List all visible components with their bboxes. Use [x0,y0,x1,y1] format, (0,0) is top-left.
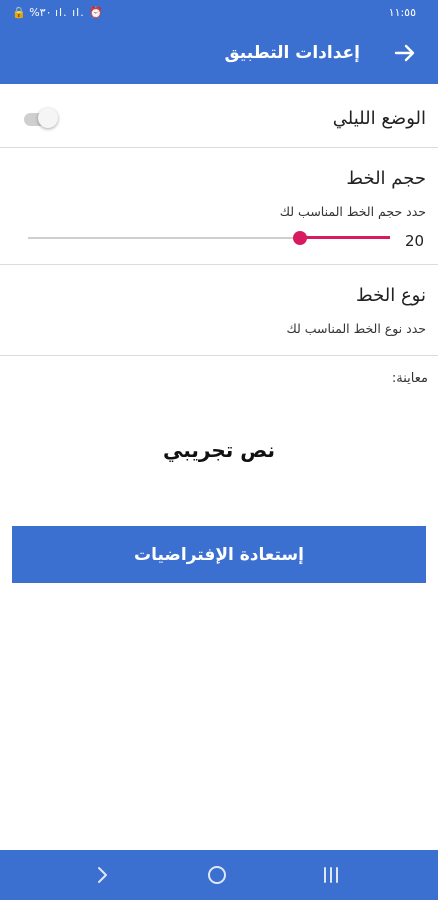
status-icons: 🔒 %٣٠ ıl. ıl. ⏰ [12,6,104,19]
arrow-right-icon [394,44,415,62]
reset-defaults-button[interactable]: إستعادة الإفتراضيات [12,526,426,583]
font-size-slider[interactable] [28,228,390,248]
page-title: إعدادات التطبيق [224,43,360,63]
font-type-title: نوع الخط [356,285,426,306]
home-circle-icon [208,866,226,884]
divider [0,355,438,356]
preview-sample-text: نص تجريبي [162,438,276,462]
recents-icon [324,867,338,883]
nav-recents-button[interactable] [316,862,346,888]
preview-label: معاينة: [391,371,428,386]
nav-home-button[interactable] [202,862,232,888]
night-mode-label: الوضع الليلي [332,108,426,129]
navigation-bar [0,850,438,900]
font-size-subtitle: حدد حجم الخط المناسب لك [279,204,426,219]
font-type-row[interactable]: نوع الخط حدد نوع الخط المناسب لك [0,265,438,355]
toggle-thumb [38,108,58,128]
night-mode-toggle[interactable] [22,107,60,129]
font-size-value: 20 [405,232,425,250]
status-bar: 🔒 %٣٠ ıl. ıl. ⏰ ١١:٥٥ [0,0,438,26]
chevron-right-icon [98,867,107,883]
nav-back-button[interactable] [88,862,118,888]
slider-fill [299,236,390,239]
night-mode-row[interactable]: الوضع الليلي [0,84,438,147]
status-time: ١١:٥٥ [388,6,416,19]
back-button[interactable] [390,38,420,68]
app-bar: إعدادات التطبيق [0,26,438,84]
font-type-subtitle: حدد نوع الخط المناسب لك [286,321,426,336]
font-size-title: حجم الخط [346,168,426,189]
slider-knob[interactable] [292,231,307,245]
